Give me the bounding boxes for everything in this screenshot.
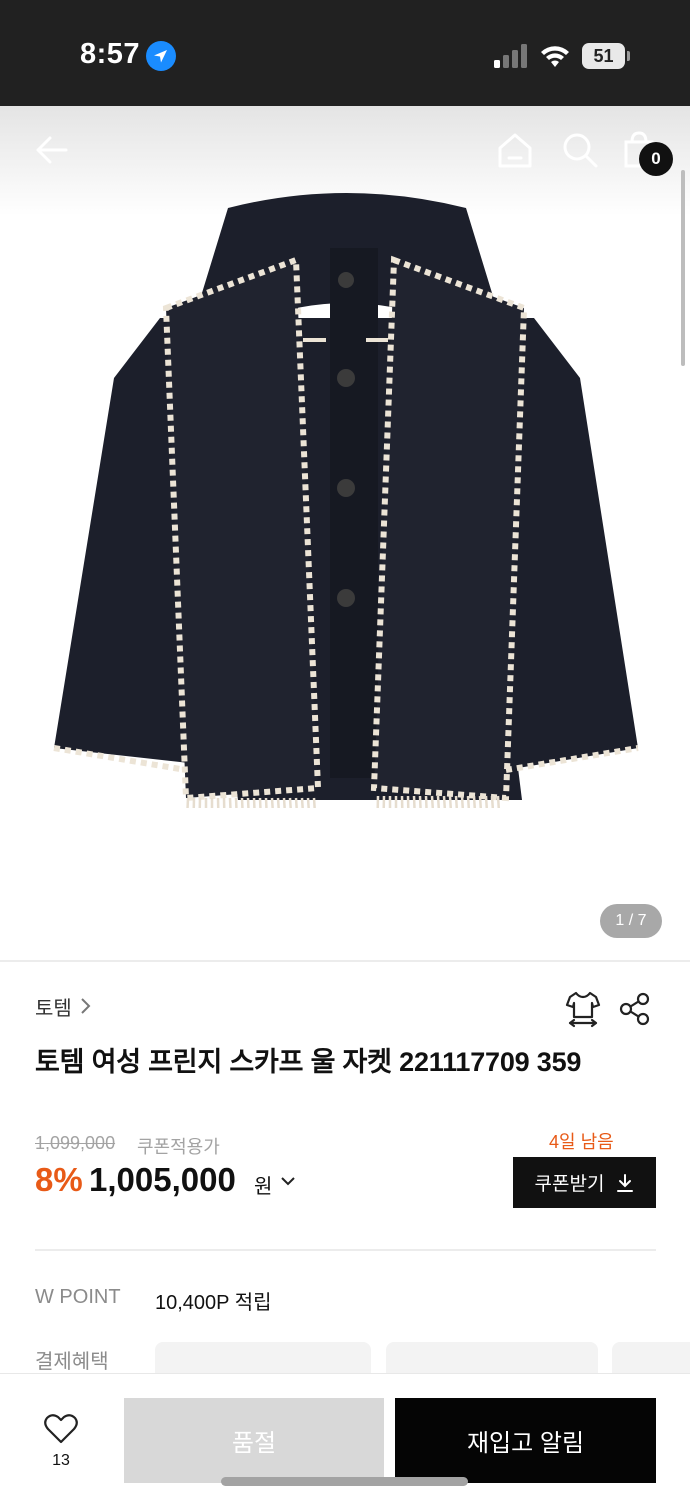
status-bar: 8:57 51	[0, 0, 690, 106]
chevron-right-icon	[81, 998, 91, 1014]
currency-unit: 원	[254, 1176, 273, 1198]
original-price: 1,099,000	[35, 1133, 116, 1153]
soldout-button: 품절	[124, 1398, 384, 1483]
heart-icon	[44, 1414, 78, 1444]
like-button[interactable]: 13	[30, 1414, 92, 1474]
status-time: 8:57	[80, 38, 141, 70]
divider	[0, 960, 690, 962]
share-icon[interactable]	[619, 992, 651, 1026]
restock-alert-button[interactable]: 재입고 알림	[395, 1398, 656, 1483]
wpoint-label: W POINT	[35, 1286, 121, 1308]
size-fit-icon[interactable]	[565, 990, 601, 1028]
discount-rate: 8%	[35, 1161, 83, 1198]
coupon-price-note: 쿠폰적용가	[137, 1137, 220, 1157]
image-counter: 1 / 7	[600, 904, 662, 938]
signal-icon	[494, 44, 527, 68]
wpoint-value: 10,400P 적립	[155, 1292, 272, 1314]
scroll-indicator	[681, 170, 685, 366]
get-coupon-button[interactable]: 쿠폰받기	[513, 1157, 656, 1208]
divider	[35, 1249, 656, 1251]
home-icon[interactable]	[495, 130, 535, 170]
chevron-down-icon[interactable]	[280, 1174, 296, 1188]
get-coupon-label: 쿠폰받기	[534, 1174, 605, 1195]
product-photo	[53, 193, 639, 808]
battery-icon: 51	[582, 43, 630, 69]
back-arrow-icon[interactable]	[32, 130, 72, 170]
download-icon	[617, 1173, 634, 1192]
brand-name: 토템	[35, 997, 72, 1020]
battery-level: 51	[593, 46, 614, 66]
cart-count-badge[interactable]: 0	[639, 142, 673, 176]
product-title: 토템 여성 프린지 스카프 울 자켓 221117709 359	[35, 1047, 582, 1077]
coupon-days-left: 4일 남음	[549, 1132, 614, 1152]
payment-benefits-label: 결제혜택	[35, 1351, 109, 1373]
home-indicator[interactable]	[221, 1477, 468, 1486]
wifi-icon	[541, 46, 569, 67]
product-image-gallery[interactable]: 0 1 / 7	[0, 106, 690, 960]
sale-price: 1,005,000	[89, 1161, 236, 1198]
brand-link[interactable]: 토템	[35, 992, 92, 1020]
search-icon[interactable]	[560, 130, 600, 170]
like-count: 13	[52, 1452, 70, 1469]
location-arrow-icon	[146, 41, 176, 71]
